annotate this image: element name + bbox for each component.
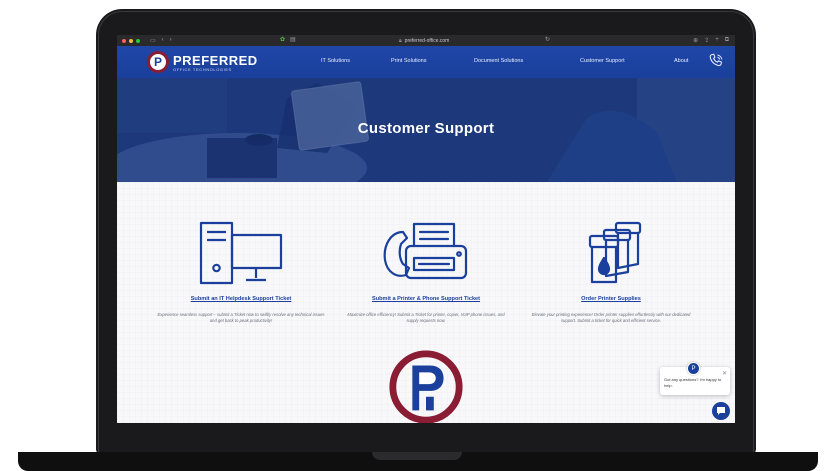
download-icon[interactable]: ⊕ <box>693 37 698 44</box>
chat-agent-avatar: P <box>687 362 700 375</box>
toolbar-right-icons: ⊕ ⇪ + ⧉ <box>693 37 729 44</box>
support-options-section: Submit an IT Helpdesk Support Ticket Exp… <box>117 182 735 423</box>
printer-phone-description: Maximize office efficiency! Submit a Tic… <box>347 312 505 323</box>
site-navbar: P PREFERRED OFFICE TECHNOLOGIES IT Solut… <box>117 46 735 78</box>
lock-icon: 🔒︎ <box>399 37 402 44</box>
sidebar-icon[interactable]: ▭ <box>150 37 156 44</box>
chat-close-icon[interactable]: ✕ <box>722 370 727 377</box>
stage: ▭ ‹ › ✿ ▤ 🔒︎ preferred-office.com ↻ ⊕ ⇪ … <box>0 0 836 471</box>
it-helpdesk-description: Experience seamless support – submit a T… <box>157 312 325 323</box>
toolbar-left-icons: ▭ ‹ › <box>150 37 172 44</box>
browser-toolbar: ▭ ‹ › ✿ ▤ 🔒︎ preferred-office.com ↻ ⊕ ⇪ … <box>117 35 735 46</box>
chat-greeting: Got any questions? I'm happy to help. <box>664 377 722 388</box>
support-card-it-helpdesk: Submit an IT Helpdesk Support Ticket Exp… <box>151 220 331 324</box>
printer-supplies-description: Elevate your printing experience! Order … <box>531 312 691 323</box>
reader-icon[interactable]: ▤ <box>290 36 296 43</box>
printer-phone-ticket-link[interactable]: Submit a Printer & Phone Support Ticket <box>336 296 516 302</box>
hero-banner: Customer Support <box>117 78 735 182</box>
nav-customer-support[interactable]: Customer Support <box>580 58 625 64</box>
nav-about[interactable]: About <box>674 58 688 64</box>
laptop-screen: ▭ ‹ › ✿ ▤ 🔒︎ preferred-office.com ↻ ⊕ ⇪ … <box>117 35 735 423</box>
laptop-notch <box>372 452 462 460</box>
chat-bubble-icon <box>717 407 725 415</box>
extension-icon[interactable]: ✿ <box>280 36 285 43</box>
nav-document-solutions[interactable]: Document Solutions <box>474 58 523 64</box>
brand-tagline: OFFICE TECHNOLOGIES <box>173 66 232 72</box>
nav-it-solutions[interactable]: IT Solutions <box>321 58 350 64</box>
computer-icon[interactable] <box>196 220 286 288</box>
phone-icon[interactable] <box>707 52 725 70</box>
printer-phone-icon[interactable] <box>381 220 471 288</box>
printer-supplies-icon[interactable] <box>566 220 656 288</box>
brand-logo[interactable]: P PREFERRED OFFICE TECHNOLOGIES <box>147 51 258 73</box>
window-controls <box>122 38 140 43</box>
printer-supplies-link[interactable]: Order Printer Supplies <box>521 296 701 302</box>
preferred-emblem-logo <box>389 350 463 423</box>
share-icon[interactable]: ⇪ <box>704 37 709 44</box>
address-bar[interactable]: 🔒︎ preferred-office.com <box>399 36 449 45</box>
zoom-window-button[interactable] <box>136 38 140 43</box>
forward-icon[interactable]: › <box>170 37 172 44</box>
chat-launcher-button[interactable] <box>712 402 730 420</box>
minimize-window-button[interactable] <box>129 38 133 43</box>
support-card-printer-supplies: Order Printer Supplies Elevate your prin… <box>521 220 701 324</box>
it-helpdesk-ticket-link[interactable]: Submit an IT Helpdesk Support Ticket <box>151 296 331 302</box>
reload-icon[interactable]: ↻ <box>545 36 550 43</box>
preferred-logo-icon: P <box>147 51 169 73</box>
new-tab-icon[interactable]: + <box>715 37 719 44</box>
close-window-button[interactable] <box>122 38 126 43</box>
page-title: Customer Support <box>357 120 495 137</box>
tabs-overview-icon[interactable]: ⧉ <box>725 37 729 44</box>
nav-print-solutions[interactable]: Print Solutions <box>391 58 426 64</box>
brand-name: PREFERRED <box>173 52 258 68</box>
back-icon[interactable]: ‹ <box>162 37 164 44</box>
support-card-printer-phone: Submit a Printer & Phone Support Ticket … <box>336 220 516 324</box>
address-text: preferred-office.com <box>404 37 450 44</box>
